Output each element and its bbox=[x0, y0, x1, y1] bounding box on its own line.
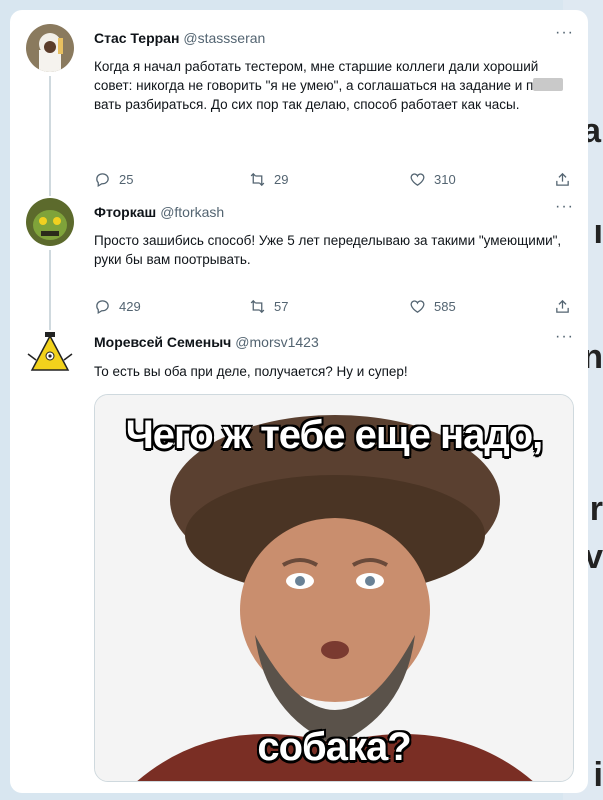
user-handle[interactable]: @stassseran bbox=[183, 30, 265, 46]
reply-button[interactable]: 429 bbox=[94, 298, 141, 315]
background-glyph: r bbox=[589, 490, 603, 528]
retweet-icon bbox=[250, 299, 265, 314]
like-icon bbox=[410, 300, 425, 313]
tweet-1[interactable]: Стас Терран @stassseran ··· Когда я начал… bbox=[10, 24, 588, 196]
user-handle[interactable]: @morsv1423 bbox=[235, 334, 318, 350]
reply-icon bbox=[96, 173, 109, 188]
background-glyph: i bbox=[593, 756, 603, 794]
retweet-count: 57 bbox=[274, 299, 289, 314]
user-name[interactable]: Фторкаш bbox=[94, 204, 156, 220]
like-button[interactable]: 585 bbox=[409, 298, 456, 315]
tweet-text-part: вать разбираться. До сих пор так делаю, … bbox=[94, 97, 520, 112]
avatar[interactable] bbox=[26, 330, 74, 378]
reply-icon bbox=[96, 300, 109, 315]
thread-line bbox=[49, 250, 51, 340]
meme-image[interactable]: Чего ж тебе еще надо, собака? bbox=[94, 394, 574, 782]
meme-caption-top: Чего ж тебе еще надо, bbox=[125, 413, 544, 457]
share-icon bbox=[556, 299, 569, 313]
user-name[interactable]: Моревсей Семеныч bbox=[94, 334, 231, 350]
like-icon bbox=[410, 173, 425, 186]
tweet-header: Фторкаш @ftorkash bbox=[94, 204, 224, 220]
retweet-icon bbox=[250, 172, 265, 187]
like-count: 585 bbox=[434, 299, 456, 314]
share-button[interactable] bbox=[554, 171, 571, 188]
tweet-actions: 429 57 585 bbox=[94, 298, 574, 318]
like-button[interactable]: 310 bbox=[409, 171, 456, 188]
tweet-text: Когда я начал работать тестером, мне ста… bbox=[94, 57, 564, 114]
tweet-actions: 25 29 310 bbox=[94, 171, 574, 191]
reply-button[interactable]: 25 bbox=[94, 171, 133, 188]
tweet-text: Просто зашибись способ! Уже 5 лет переде… bbox=[94, 233, 562, 267]
tweet-thread: Стас Терран @stassseran ··· Когда я начал… bbox=[10, 10, 588, 793]
reply-count: 429 bbox=[119, 299, 141, 314]
share-icon bbox=[556, 172, 569, 186]
retweet-button[interactable]: 29 bbox=[249, 171, 288, 188]
background-glyph: ı bbox=[593, 213, 603, 251]
more-icon[interactable]: ··· bbox=[555, 198, 574, 216]
tweet-header: Моревсей Семеныч @morsv1423 bbox=[94, 334, 319, 350]
tweet-2[interactable]: Фторкаш @ftorkash ··· Просто зашибись спо… bbox=[10, 198, 588, 340]
tweet-text: То есть вы оба при деле, получается? Ну … bbox=[94, 364, 408, 379]
thread-line bbox=[49, 76, 51, 196]
censored-word bbox=[533, 78, 564, 91]
retweet-count: 29 bbox=[274, 172, 289, 187]
tweet-header: Стас Терран @stassseran bbox=[94, 30, 265, 46]
share-button[interactable] bbox=[554, 298, 571, 315]
user-name[interactable]: Стас Терран bbox=[94, 30, 179, 46]
meme-caption-bottom: собака? bbox=[257, 725, 411, 769]
avatar[interactable] bbox=[26, 24, 74, 72]
user-handle[interactable]: @ftorkash bbox=[160, 204, 224, 220]
tweet-text-part: Когда я начал работать тестером, мне ста… bbox=[94, 59, 539, 93]
avatar[interactable] bbox=[26, 198, 74, 246]
reply-count: 25 bbox=[119, 172, 134, 187]
more-icon[interactable]: ··· bbox=[555, 24, 574, 42]
retweet-button[interactable]: 57 bbox=[249, 298, 288, 315]
like-count: 310 bbox=[434, 172, 456, 187]
more-icon[interactable]: ··· bbox=[555, 328, 574, 346]
